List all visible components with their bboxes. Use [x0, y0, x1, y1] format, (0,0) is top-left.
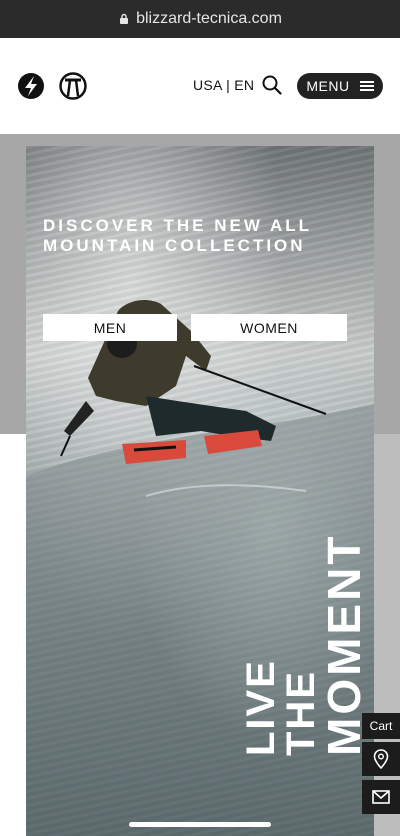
store-locator-button[interactable] — [362, 742, 400, 776]
menu-button[interactable]: MENU — [297, 73, 383, 99]
browser-url-bar[interactable]: blizzard-tecnica.com — [0, 0, 400, 38]
women-label: WOMEN — [240, 319, 298, 336]
tecnica-logo-icon[interactable] — [59, 72, 87, 100]
hamburger-icon — [359, 81, 374, 91]
cart-button[interactable]: Cart — [362, 713, 400, 739]
women-button[interactable]: WOMEN — [191, 314, 347, 341]
slogan-the: THE — [279, 670, 323, 756]
slogan-moment: MOMENT — [318, 534, 362, 756]
site-header: USA | EN MENU — [0, 38, 400, 134]
contact-button[interactable] — [362, 780, 400, 814]
slogan-live: LIVE — [242, 659, 283, 756]
locale-selector[interactable]: USA | EN — [193, 77, 254, 93]
menu-label: MENU — [306, 78, 350, 94]
search-icon[interactable] — [262, 75, 282, 95]
blizzard-logo-icon[interactable] — [17, 72, 45, 100]
location-pin-icon — [373, 749, 389, 769]
cart-label: Cart — [369, 719, 393, 733]
men-button[interactable]: MEN — [43, 314, 177, 341]
home-indicator — [129, 822, 271, 827]
men-label: MEN — [93, 319, 127, 336]
url-text: blizzard-tecnica.com — [136, 10, 282, 27]
hero-banner[interactable]: DISCOVER THE NEW ALL MOUNTAIN COLLECTION… — [26, 146, 374, 836]
mail-icon — [372, 790, 390, 804]
live-the-moment-slogan: LIVE THE MOMENT — [242, 534, 362, 756]
hero-left-strip — [0, 434, 26, 836]
lock-icon — [120, 13, 129, 24]
hero-headline: DISCOVER THE NEW ALL MOUNTAIN COLLECTION — [43, 216, 312, 255]
